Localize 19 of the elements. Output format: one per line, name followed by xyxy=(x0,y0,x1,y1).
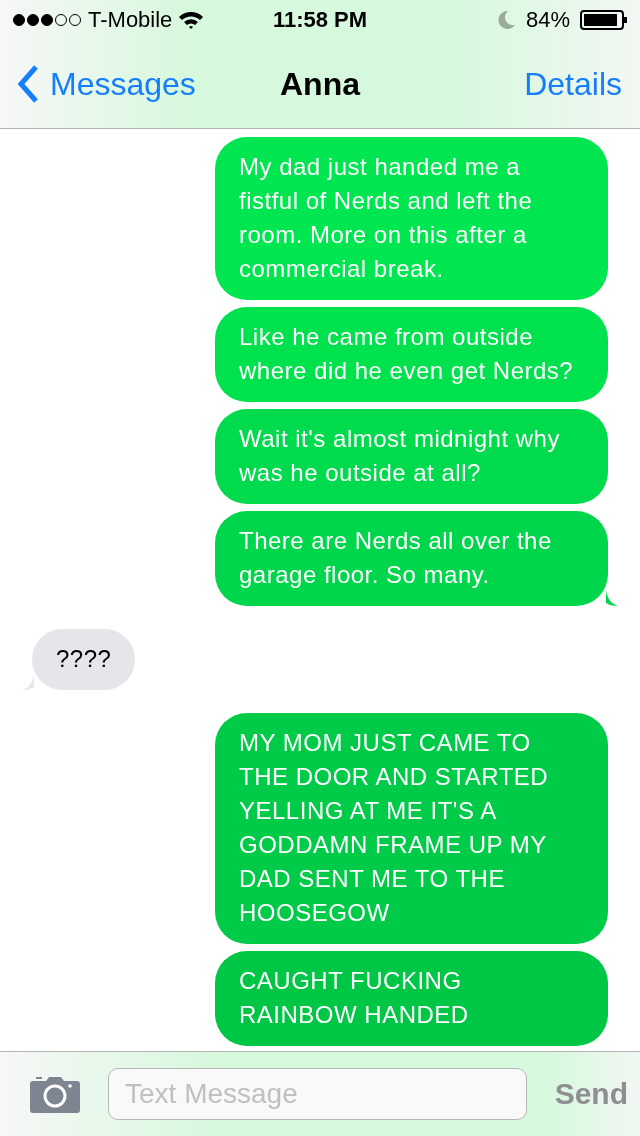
carrier-name: T-Mobile xyxy=(88,7,173,33)
message-bubble: My dad just handed me a fistful of Nerds and left the room. More on this after a commercial break. xyxy=(215,137,608,300)
battery-percent: 84% xyxy=(525,7,570,33)
back-button[interactable]: Messages xyxy=(16,64,196,104)
chevron-left-icon xyxy=(16,64,40,104)
message-bubble: CAUGHT FUCKING RAINBOW HANDED xyxy=(215,951,608,1046)
clock: 11:58 PM xyxy=(272,7,368,33)
conversation-title: Anna xyxy=(280,65,360,103)
send-button[interactable]: Send xyxy=(554,1077,628,1111)
message-bubble: MY MOM JUST CAME TO THE DOOR AND STARTED YELLING AT ME IT'S A GODDAMN FRAME UP MY DAD SENT ME TO THE HOOSEGOW xyxy=(215,713,608,944)
message-input-field[interactable]: Text Message xyxy=(108,1068,527,1120)
wifi-icon xyxy=(178,10,205,30)
details-link[interactable]: Details xyxy=(524,65,622,103)
message-bubble: Wait it's almost midnight why was he outside at all? xyxy=(215,409,608,504)
camera-icon[interactable] xyxy=(30,1075,80,1113)
signal-icon xyxy=(12,13,82,27)
message-bubble: Like he came from outside where did he even get Nerds? xyxy=(215,307,608,402)
battery-icon xyxy=(580,10,628,30)
moon-icon xyxy=(497,10,516,30)
